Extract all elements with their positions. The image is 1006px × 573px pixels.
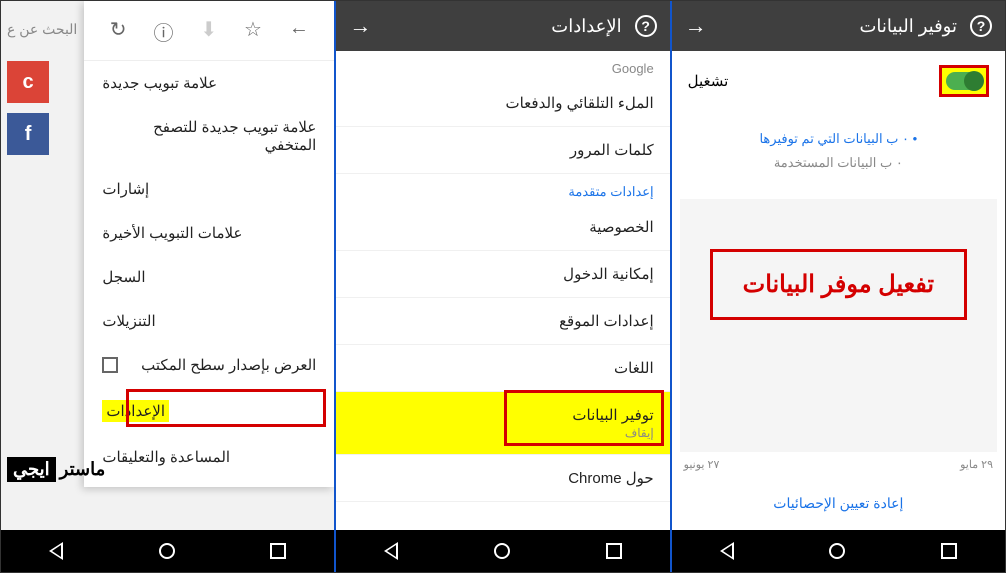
toggle-highlight: [939, 65, 989, 97]
reset-stats-link[interactable]: إعادة تعيين الإحصائيات: [672, 477, 1005, 530]
checkbox-icon[interactable]: [102, 357, 118, 373]
watermark: ايجي ماستر: [7, 457, 109, 482]
history-icon[interactable]: ↻: [110, 17, 127, 46]
nav-recent-icon[interactable]: [606, 543, 622, 559]
nav-back-icon[interactable]: [49, 542, 63, 560]
help-icon[interactable]: ?: [969, 14, 993, 38]
section-advanced: إعدادات متقدمة: [336, 174, 669, 204]
section-basic: Google: [336, 51, 669, 80]
setting-autofill[interactable]: الملء التلقائي والدفعات: [336, 80, 669, 127]
menu-history[interactable]: السجل: [84, 255, 334, 299]
date-end: ٢٩ مايو: [960, 458, 993, 471]
star-icon[interactable]: ☆: [244, 17, 262, 46]
nav-back-icon[interactable]: [384, 542, 398, 560]
appbar-title: الإعدادات: [372, 16, 621, 37]
setting-privacy[interactable]: الخصوصية: [336, 204, 669, 251]
date-start: ٢٧ يونيو: [684, 458, 720, 471]
info-icon[interactable]: ⓘ: [153, 17, 173, 46]
shortcut-f[interactable]: f: [7, 113, 49, 155]
nav-home-icon[interactable]: [494, 543, 510, 559]
shortcut-c[interactable]: c: [7, 61, 49, 103]
menu-downloads[interactable]: التنزيلات: [84, 299, 334, 343]
used-data-text: ٠ ب البيانات المستخدمة: [672, 155, 1005, 171]
nav-back-icon[interactable]: [720, 542, 734, 560]
nav-home-icon[interactable]: [159, 543, 175, 559]
nav-recent-icon[interactable]: [941, 543, 957, 559]
setting-site[interactable]: إعدادات الموقع: [336, 298, 669, 345]
highlight-box: [126, 389, 326, 427]
menu-help[interactable]: المساعدة والتعليقات: [84, 435, 334, 479]
setting-languages[interactable]: اللغات: [336, 345, 669, 392]
menu-recent-tabs[interactable]: علامات التبويب الأخيرة: [84, 211, 334, 255]
back-arrow-icon[interactable]: →: [684, 14, 708, 38]
nav-home-icon[interactable]: [829, 543, 845, 559]
nav-recent-icon[interactable]: [270, 543, 286, 559]
forward-arrow-icon[interactable]: ←: [289, 17, 309, 46]
chart-area: تفعيل موفر البيانات: [680, 199, 997, 452]
menu-incognito[interactable]: علامة تبويب جديدة للتصفح المتخفي: [84, 105, 334, 167]
help-icon[interactable]: ?: [634, 14, 658, 38]
highlight-box: [504, 390, 664, 446]
setting-about[interactable]: حول Chrome: [336, 455, 669, 502]
back-arrow-icon[interactable]: →: [348, 14, 372, 38]
overflow-menu: ↻ ⓘ ⬇ ☆ ← علامة تبويب جديدة علامة تبويب …: [84, 1, 334, 487]
annotation-label: تفعيل موفر البيانات: [710, 249, 967, 320]
download-icon[interactable]: ⬇: [200, 17, 217, 46]
menu-new-tab[interactable]: علامة تبويب جديدة: [84, 61, 334, 105]
menu-bookmarks[interactable]: إشارات: [84, 167, 334, 211]
menu-desktop-site[interactable]: العرض بإصدار سطح المكتب: [84, 343, 334, 387]
appbar-title: توفير البيانات: [708, 16, 957, 37]
toggle-label: تشغيل: [688, 72, 729, 90]
saved-data-text: ٠ ب البيانات التي تم توفيرها: [672, 131, 1005, 147]
data-saver-toggle[interactable]: [946, 72, 982, 90]
setting-passwords[interactable]: كلمات المرور: [336, 127, 669, 174]
setting-accessibility[interactable]: إمكانية الدخول: [336, 251, 669, 298]
search-hint: البحث عن ع: [7, 21, 77, 38]
